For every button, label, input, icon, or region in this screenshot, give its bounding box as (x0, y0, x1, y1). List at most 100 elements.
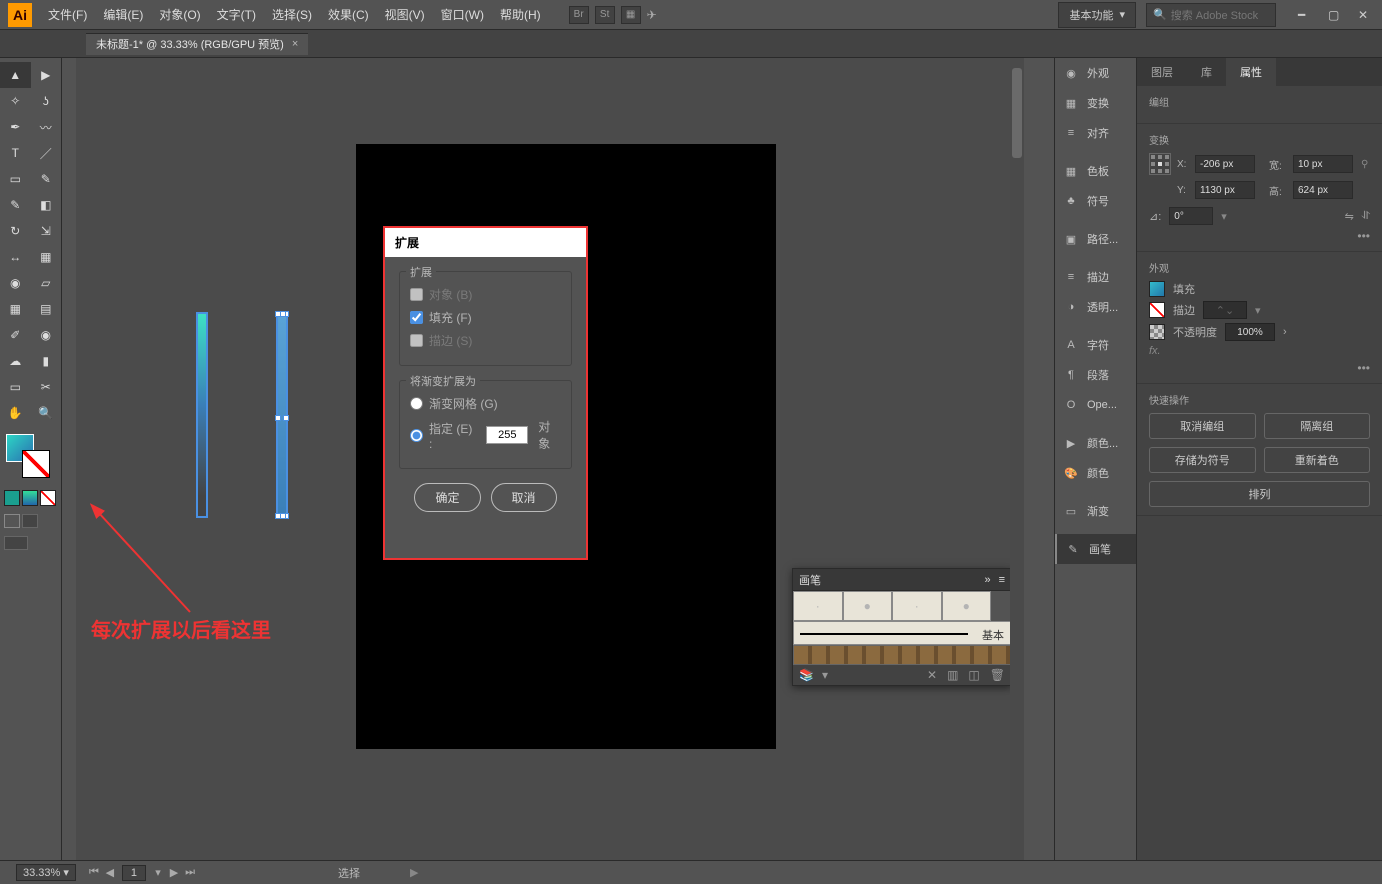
reference-point-widget[interactable] (1149, 153, 1171, 175)
lasso-tool[interactable]: ʖ (31, 88, 62, 114)
close-icon[interactable]: ✕ (1358, 8, 1374, 22)
tab-properties[interactable]: 属性 (1226, 58, 1276, 86)
symbol-sprayer-tool[interactable]: ☁ (0, 348, 31, 374)
eraser-tool[interactable]: ◧ (31, 192, 62, 218)
menu-file[interactable]: 文件(F) (40, 6, 95, 23)
panel-pathfinder[interactable]: ▣路径... (1055, 224, 1136, 254)
y-input[interactable] (1195, 181, 1255, 199)
last-artboard-icon[interactable]: ⏭ (182, 866, 198, 879)
panel-color[interactable]: 🎨颜色 (1055, 458, 1136, 488)
gpu-icon[interactable]: ✈ (647, 8, 657, 22)
zoom-select[interactable]: 33.33% ▾ (16, 864, 76, 881)
height-input[interactable] (1293, 181, 1353, 199)
minimize-icon[interactable]: ━ (1298, 8, 1314, 22)
artboard-tool[interactable]: ▭ (0, 374, 31, 400)
shape-builder-tool[interactable]: ◉ (0, 270, 31, 296)
fill-swatch[interactable] (1149, 281, 1165, 297)
canvas-scrollbar[interactable] (1010, 58, 1024, 860)
ok-button[interactable]: 确定 (414, 483, 480, 512)
pattern-brush-row[interactable] (793, 645, 1011, 665)
remove-stroke-icon[interactable]: ✕ (927, 668, 937, 682)
pen-tool[interactable]: ✒ (0, 114, 31, 140)
panel-symbols[interactable]: ♣符号 (1055, 186, 1136, 216)
panel-para[interactable]: ¶段落 (1055, 360, 1136, 390)
specify-count-input[interactable] (486, 426, 528, 444)
width-tool[interactable]: ↔ (0, 244, 31, 270)
stock-icon[interactable]: St (595, 6, 615, 24)
zoom-tool[interactable]: 🔍 (31, 400, 62, 426)
tab-layers[interactable]: 图层 (1137, 58, 1187, 86)
scale-tool[interactable]: ⇲ (31, 218, 62, 244)
brush-preset[interactable]: ● (843, 591, 893, 621)
delete-brush-icon[interactable]: 🗑 (990, 668, 1005, 682)
menu-object[interactable]: 对象(O) (151, 6, 208, 23)
arrange-button[interactable]: 排列 (1149, 481, 1370, 507)
panel-colorguide[interactable]: ▶颜色... (1055, 428, 1136, 458)
menu-effect[interactable]: 效果(C) (320, 6, 377, 23)
status-nav-icon[interactable]: ▶ (410, 866, 418, 879)
free-transform-tool[interactable]: ▦ (31, 244, 62, 270)
rect-tool[interactable]: ▭ (0, 166, 31, 192)
gradient-object-right-selected[interactable] (276, 312, 288, 518)
panel-gradient[interactable]: ▭渐变 (1055, 496, 1136, 526)
angle-input[interactable] (1169, 207, 1213, 225)
menu-window[interactable]: 窗口(W) (433, 6, 492, 23)
eyedropper-tool[interactable]: ✐ (0, 322, 31, 348)
line-tool[interactable]: ／ (31, 140, 62, 166)
gradient-object-left[interactable] (196, 312, 208, 518)
menu-type[interactable]: 文字(T) (209, 6, 264, 23)
recolor-button[interactable]: 重新着色 (1264, 447, 1371, 473)
stroke-weight-input[interactable]: ⌃⌄ (1203, 301, 1247, 319)
stroke-swatch[interactable] (1149, 302, 1165, 318)
draw-normal-icon[interactable] (4, 514, 20, 528)
panel-collapse-icon[interactable]: » (984, 574, 990, 586)
menu-view[interactable]: 视图(V) (377, 6, 433, 23)
brush-lib-icon[interactable]: 📚 (799, 668, 814, 682)
new-brush-icon[interactable]: ◫ (968, 668, 979, 682)
fill-stroke-swatch[interactable] (0, 432, 61, 484)
panel-menu-icon[interactable]: ≡ (999, 574, 1005, 586)
fx-button[interactable]: fx. (1149, 345, 1161, 357)
prev-artboard-icon[interactable]: ◀ (102, 866, 118, 879)
magic-wand-tool[interactable]: ✧ (0, 88, 31, 114)
blend-tool[interactable]: ◉ (31, 322, 62, 348)
flip-h-icon[interactable]: ⇋ (1345, 210, 1354, 223)
panel-brushes[interactable]: ✎画笔 (1055, 534, 1136, 564)
gradient-mode-icon[interactable] (22, 490, 38, 506)
tab-close-icon[interactable]: × (292, 38, 298, 50)
color-mode-icon[interactable] (4, 490, 20, 506)
mesh-tool[interactable]: ▦ (0, 296, 31, 322)
type-tool[interactable]: T (0, 140, 31, 166)
artboard-number[interactable]: 1 (122, 865, 146, 881)
screen-mode-icon[interactable] (4, 536, 28, 550)
ungroup-button[interactable]: 取消编组 (1149, 413, 1256, 439)
x-input[interactable] (1195, 155, 1255, 173)
panel-stroke[interactable]: ≡描边 (1055, 262, 1136, 292)
brush-lib-menu-icon[interactable]: ▾ (822, 668, 828, 682)
direct-select-tool[interactable]: ▶ (31, 62, 62, 88)
more-options-icon[interactable]: ••• (1149, 229, 1370, 243)
first-artboard-icon[interactable]: ⏮ (86, 866, 102, 879)
artboard-dropdown-icon[interactable]: ▾ (150, 866, 166, 879)
canvas[interactable]: 扩展 扩展 对象 (B) 填充 (F) 描边 (S) 将渐变扩展为 渐变网格 (… (76, 58, 1024, 860)
maximize-icon[interactable]: ▢ (1328, 8, 1344, 22)
curvature-tool[interactable]: 〰 (31, 114, 62, 140)
flip-v-icon[interactable]: ⥯ (1362, 210, 1370, 223)
brush-scroll[interactable] (991, 591, 1011, 621)
menu-select[interactable]: 选择(S) (264, 6, 320, 23)
width-input[interactable] (1293, 155, 1353, 173)
brush-options-icon[interactable]: ▥ (947, 668, 958, 682)
panel-align[interactable]: ≡对齐 (1055, 118, 1136, 148)
expand-fill-checkbox[interactable]: 填充 (F) (410, 309, 561, 326)
cancel-button[interactable]: 取消 (491, 483, 557, 512)
arrange-docs-icon[interactable]: ▦ (621, 6, 641, 24)
slice-tool[interactable]: ✂ (31, 374, 62, 400)
opacity-input[interactable] (1225, 323, 1275, 341)
gradient-mesh-radio[interactable]: 渐变网格 (G) (410, 395, 561, 412)
save-symbol-button[interactable]: 存储为符号 (1149, 447, 1256, 473)
draw-behind-icon[interactable] (22, 514, 38, 528)
search-input[interactable]: 🔍 搜索 Adobe Stock (1146, 3, 1276, 27)
more-options-icon[interactable]: ••• (1149, 361, 1370, 375)
graph-tool[interactable]: ▮ (31, 348, 62, 374)
specify-radio[interactable]: 指定 (E) :对象 (410, 418, 561, 452)
